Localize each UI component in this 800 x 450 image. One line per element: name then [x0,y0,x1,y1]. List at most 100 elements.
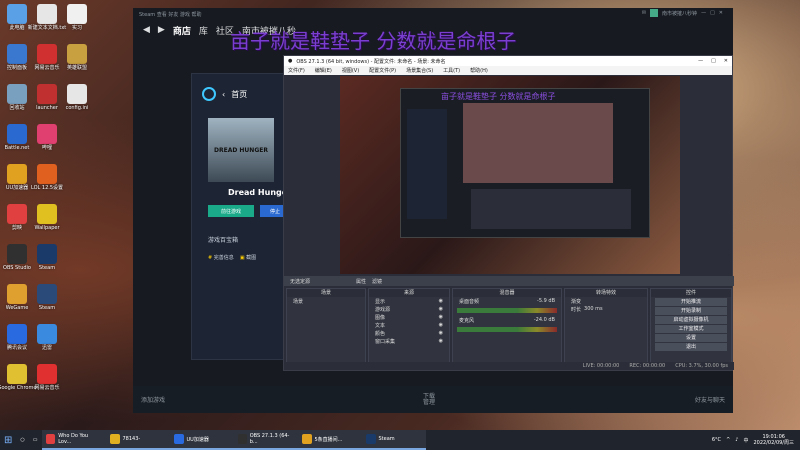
obs-menu-item[interactable]: 帮助(H) [470,67,488,74]
play-button[interactable]: 前往游戏 [208,205,254,217]
chevron-up-icon[interactable]: ^ [726,437,730,443]
desktop-icon[interactable]: Battle.net [2,124,32,151]
desktop-icon[interactable]: 迅雷 [32,324,62,351]
desktop-icon[interactable]: 回收站 [2,84,32,111]
volume-meter[interactable] [457,327,557,332]
search-button[interactable]: ○ [16,430,28,450]
obs-minimize-icon[interactable]: — [698,58,703,64]
obs-menu-item[interactable]: 配置文件(P) [369,67,396,74]
source-item[interactable]: 图像 ◉ [369,313,449,321]
steam-menu[interactable]: Steam 查看 好友 游戏 帮助 [139,11,202,18]
taskbar-app[interactable]: UU加速器 [169,430,234,450]
desktop: 此电脑 新建文本文档.txt 实习 控制面板 网易云音乐 英雄联盟 回收站 launcher c… [0,0,800,450]
app-icon [37,244,57,264]
taskbar-app[interactable]: Who Do You Lov... [41,430,106,450]
transition-select[interactable]: 渐变 [565,297,647,305]
visibility-icon[interactable]: ◉ [439,314,449,320]
obs-maximize-icon[interactable]: □ [711,58,716,64]
control-button[interactable]: 开始推流 [655,298,727,306]
friends-chat-button[interactable]: 好友与聊天 [695,395,725,404]
volume-meter[interactable] [457,308,557,313]
controls-dock: 控件 开始推流 开始录制 启动虚拟摄像机 工作室模式 设置 退出 [650,288,732,366]
task-view-button[interactable]: ▭ [29,430,42,450]
desktop-icon[interactable]: Google Chrome [0,364,36,391]
minimize-icon[interactable]: — [701,10,706,16]
clock-date: 2022/02/09/周三 [753,440,794,446]
desktop-icon[interactable]: launcher [32,84,62,111]
taskbar-app[interactable]: 5条直播间... [297,430,362,450]
taskbar-app[interactable]: 78143- [105,430,170,450]
desktop-icon[interactable]: config.ini [62,84,92,111]
tag-screenshot[interactable]: ▣ 截图 [240,254,256,261]
obs-preview[interactable]: 亩子就是鞋垫子 分数就是命根子 [340,76,680,274]
desktop-icon[interactable]: UU加速器 [2,164,32,191]
source-item[interactable]: 颜色 ◉ [369,329,449,337]
notifications-icon[interactable]: ✉ [642,10,646,16]
back-icon[interactable]: ‹ [222,90,225,99]
volume-icon[interactable]: ♪ [735,437,738,443]
nav-library[interactable]: 库 [199,24,208,37]
visibility-icon[interactable]: ◉ [439,306,449,312]
obs-menu-item[interactable]: 场景集合(S) [406,67,433,74]
visibility-icon[interactable]: ◉ [439,322,449,328]
desktop-icon[interactable]: Steam [32,284,62,311]
home-label[interactable]: 首页 [231,89,247,100]
duration-input[interactable]: 300 ms [584,306,603,312]
desktop-icon[interactable]: 控制面板 [2,44,32,71]
obs-close-icon[interactable]: ✕ [724,58,728,64]
control-button[interactable]: 退出 [655,343,727,351]
app-icon [7,204,27,224]
visibility-icon[interactable]: ◉ [439,338,449,344]
desktop-icon[interactable]: LOL 12.5设置 [31,164,63,191]
obs-menu-item[interactable]: 工具(T) [443,67,460,74]
taskbar-app[interactable]: OBS 27.1.3 (64-b... [233,430,298,450]
steam-username[interactable]: 南市被摧八秒钟 [662,10,697,17]
nav-back-icon[interactable]: ◀ [143,25,150,35]
downloads[interactable]: 下载 管理 [423,393,435,406]
nav-forward-icon[interactable]: ▶ [158,25,165,35]
control-button[interactable]: 设置 [655,334,727,342]
clock[interactable]: 19:01:06 2022/02/09/周三 [753,434,794,446]
visibility-icon[interactable]: ◉ [439,330,449,336]
obs-menu-item[interactable]: 视图(V) [342,67,359,74]
desktop-icon[interactable]: Wallpaper [32,204,62,231]
control-button[interactable]: 启动虚拟摄像机 [655,316,727,324]
taskbar-app-label: UU加速器 [186,436,209,443]
desktop-icon[interactable]: 网易云音乐 [32,364,62,391]
maximize-icon[interactable]: □ [710,10,715,16]
start-button[interactable]: ⊞ [0,430,16,450]
desktop-icon[interactable]: 英雄联盟 [62,44,92,71]
properties-button[interactable]: 属性 [356,278,366,285]
source-item[interactable]: 游戏源 ◉ [369,305,449,313]
weather[interactable]: 6°C [712,437,721,443]
filters-button[interactable]: 滤镜 [372,278,382,285]
avatar[interactable] [650,9,659,17]
control-button[interactable]: 开始录制 [655,307,727,315]
input-method-icon[interactable]: 中 [743,437,748,444]
desktop-icon[interactable]: 腾讯会议 [2,324,32,351]
sources-dock: 来源 显示 ◉ 游戏源 ◉ 图像 ◉ 文本 ◉ 颜色 ◉ 窗口采集 ◉ [368,288,450,366]
nav-store[interactable]: 商店 [173,24,191,37]
desktop-icon[interactable]: Steam [32,244,62,271]
obs-menu-item[interactable]: 文件(F) [288,67,305,74]
desktop-icon[interactable]: 网易云音乐 [32,44,62,71]
source-item[interactable]: 文本 ◉ [369,321,449,329]
desktop-icon[interactable]: 实习 [62,4,92,31]
scene-item[interactable]: 场景 [287,297,365,305]
source-item[interactable]: 显示 ◉ [369,297,449,305]
desktop-icon[interactable]: 新建文本文档.txt [28,4,66,31]
desktop-icon[interactable]: OBS Studio [2,244,32,271]
visibility-icon[interactable]: ◉ [439,298,449,304]
taskbar-app[interactable]: Steam [361,430,426,450]
obs-menu-item[interactable]: 编辑(E) [315,67,332,74]
desktop-icon[interactable]: WeGame [2,284,32,311]
control-button[interactable]: 工作室模式 [655,325,727,333]
desktop-icon-label: UU加速器 [5,185,29,191]
add-game-button[interactable]: 添加游戏 [141,395,165,404]
desktop-icon[interactable]: 剪映 [2,204,32,231]
source-item[interactable]: 窗口采集 ◉ [369,337,449,345]
tag-info[interactable]: # 完善信息 [208,254,234,261]
desktop-icon[interactable]: 哔哩 [32,124,62,151]
source-list: 显示 ◉ 游戏源 ◉ 图像 ◉ 文本 ◉ 颜色 ◉ 窗口采集 ◉ [369,297,449,345]
close-icon[interactable]: ✕ [719,10,723,16]
